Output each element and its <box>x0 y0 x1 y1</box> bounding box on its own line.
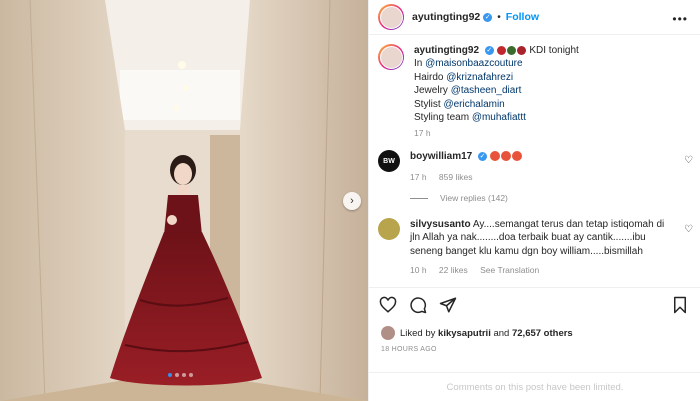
carousel-dot <box>182 373 186 377</box>
comment-likes[interactable]: 859 likes <box>439 172 473 182</box>
header-separator: • <box>497 11 501 23</box>
likes-summary: Liked by kikysaputrii and 72,657 others <box>381 326 573 340</box>
chevron-right-icon: › <box>350 195 354 207</box>
strawberry-emoji-icon <box>496 45 506 55</box>
carousel-dot <box>189 373 193 377</box>
liked-count[interactable]: 72,657 others <box>512 328 573 339</box>
post-header: ayutingting92 ✓ • Follow ••• <box>369 0 700 35</box>
post-caption: ayutingting92 ✓ KDI tonight In @maisonba… <box>378 44 688 141</box>
carousel-dot <box>168 373 172 377</box>
view-replies-button[interactable]: View replies (142) <box>410 193 508 203</box>
heart-eyes-emoji-icon <box>489 151 500 162</box>
see-translation-link[interactable]: See Translation <box>480 265 539 275</box>
like-comment-heart-icon[interactable]: ♡ <box>684 155 693 166</box>
follow-button[interactable]: Follow <box>506 11 539 23</box>
caption-line-label: Hairdo <box>414 71 447 83</box>
mention-link[interactable]: @erichalamin <box>443 99 504 110</box>
carousel-dots <box>168 373 193 377</box>
heart-eyes-emoji-icon <box>500 151 511 162</box>
comment-username[interactable]: silvysusanto <box>410 219 471 230</box>
caption-line-label: In <box>414 58 426 70</box>
rose-emoji-icon <box>516 45 526 55</box>
comment-username[interactable]: boywilliam17 <box>410 151 472 162</box>
photo-image <box>0 0 368 401</box>
share-paper-plane-icon[interactable] <box>439 296 457 314</box>
heart-eyes-emoji-icon <box>511 151 522 162</box>
save-bookmark-icon[interactable] <box>671 296 689 314</box>
next-photo-button[interactable]: › <box>343 192 361 210</box>
post-sidebar: ayutingting92 ✓ • Follow ••• ayutingting… <box>368 0 700 401</box>
like-comment-heart-icon[interactable]: ♡ <box>684 224 693 235</box>
more-options-icon[interactable]: ••• <box>672 12 688 26</box>
commenter-avatar[interactable] <box>378 218 400 240</box>
author-avatar[interactable] <box>378 4 404 30</box>
caption-time: 17 h <box>414 128 431 139</box>
caption-line-label: Styling team <box>414 112 472 124</box>
mention-link[interactable]: @kriznafahrezi <box>446 72 513 83</box>
comment-item: silvysusanto Ay....semangat terus dan te… <box>378 218 696 278</box>
post-photo[interactable]: › <box>0 0 368 401</box>
liker-avatar[interactable] <box>381 326 395 340</box>
comments-limited-notice: Comments on this post have been limited. <box>369 372 700 401</box>
caption-avatar[interactable] <box>378 44 404 70</box>
view-replies-label: View replies (142) <box>440 193 508 203</box>
leaf-emoji-icon <box>506 45 516 55</box>
caption-title: KDI tonight <box>529 45 579 56</box>
mention-link[interactable]: @tasheen_diart <box>451 85 522 96</box>
mention-link[interactable]: @maisonbaazcouture <box>425 58 522 69</box>
comment-item: BW boywilliam17 ✓ 17 h 859 likes <box>378 150 696 185</box>
comment-time: 10 h <box>410 265 427 276</box>
post-actions: Liked by kikysaputrii and 72,657 others … <box>369 287 700 379</box>
liked-prefix: Liked by <box>400 327 436 339</box>
verified-icon: ✓ <box>483 12 493 22</box>
caption-line-label: Jewelry <box>414 85 451 97</box>
author-username[interactable]: ayutingting92 <box>412 11 480 23</box>
caption-username[interactable]: ayutingting92 <box>414 45 479 56</box>
verified-icon: ✓ <box>478 151 488 161</box>
liked-user[interactable]: kikysaputrii <box>438 328 491 339</box>
post-timestamp: 18 HOURS AGO <box>381 346 437 353</box>
comment-bubble-icon[interactable] <box>409 296 427 314</box>
comment-time: 17 h <box>410 172 427 183</box>
like-heart-icon[interactable] <box>379 296 397 314</box>
liked-and: and <box>493 327 510 339</box>
commenter-avatar[interactable]: BW <box>378 150 400 172</box>
caption-line-label: Stylist <box>414 98 444 110</box>
carousel-dot <box>175 373 179 377</box>
comment-likes[interactable]: 22 likes <box>439 265 468 275</box>
verified-icon: ✓ <box>484 45 494 55</box>
mention-link[interactable]: @muhafiattt <box>472 112 526 123</box>
